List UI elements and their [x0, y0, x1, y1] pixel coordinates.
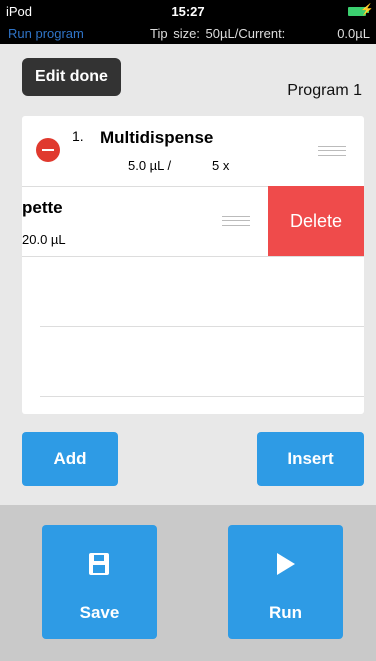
- insert-button[interactable]: Insert: [257, 432, 364, 486]
- tip-size-label: Tip size: 50µL/Current:: [150, 26, 286, 41]
- step-list: 1. Multidispense 5.0 µL / 5 x pette 20.0…: [22, 116, 364, 414]
- clock: 15:27: [171, 4, 205, 19]
- status-bar: iPod 15:27 ⚡ Run program Tip size: 50µL/…: [0, 0, 376, 44]
- list-item: [40, 256, 364, 327]
- reorder-handle-icon[interactable]: [222, 216, 250, 226]
- mode-label: Run program: [8, 26, 84, 41]
- save-label: Save: [79, 603, 120, 622]
- save-icon: [89, 553, 109, 575]
- list-item[interactable]: 1. Multidispense 5.0 µL / 5 x: [22, 116, 364, 187]
- charging-icon: ⚡: [360, 4, 374, 16]
- reorder-handle-icon[interactable]: [318, 146, 346, 156]
- current-volume: 0.0µL: [337, 26, 370, 41]
- step-number: 1.: [72, 128, 84, 144]
- run-button[interactable]: Run: [228, 525, 343, 639]
- remove-icon[interactable]: [36, 138, 60, 162]
- step-name: pette: [22, 198, 63, 217]
- edit-done-button[interactable]: Edit done: [22, 58, 121, 96]
- list-item: [40, 326, 364, 397]
- play-icon: [277, 553, 295, 575]
- step-volume: 20.0 µL: [22, 232, 66, 247]
- run-label: Run: [268, 603, 303, 622]
- add-button[interactable]: Add: [22, 432, 118, 486]
- list-item[interactable]: pette 20.0 µL Delete: [22, 186, 364, 257]
- step-name: Multidispense: [100, 128, 214, 147]
- program-title: Program 1: [287, 82, 362, 99]
- step-volume: 5.0 µL /: [128, 158, 172, 173]
- save-button[interactable]: Save: [42, 525, 157, 639]
- step-count: 5 x: [212, 158, 230, 173]
- delete-button[interactable]: Delete: [268, 186, 364, 256]
